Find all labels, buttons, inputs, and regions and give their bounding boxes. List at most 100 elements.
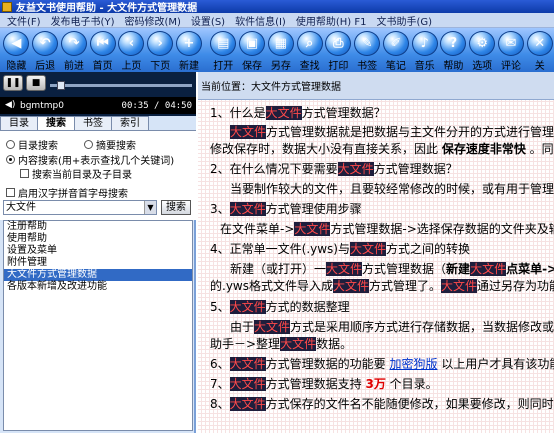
search-query: 大文件 [6,202,36,213]
tab-bookmarks[interactable]: 书签 [74,116,112,130]
menu-settings[interactable]: 设置(S) [186,13,230,28]
checkbox-current-directory[interactable]: 搜索当前目录及子目录 [20,166,132,181]
search-input[interactable]: 大文件 ▼ [3,200,157,215]
toolbar-label: 前进 [63,61,84,72]
radio-directory-label: 目录搜索 [18,141,58,152]
left-tabs: 目录 搜索 书签 索引 [0,116,196,130]
toolbar-label: 后退 [35,61,56,72]
save-icon: ▣ [239,31,266,56]
menu-password[interactable]: 密码修改(M) [119,13,185,28]
back-icon: ↶ [32,31,59,56]
result-item[interactable]: 设置及菜单 [4,245,192,257]
tab-index[interactable]: 索引 [111,116,149,130]
radio-icon [6,140,15,149]
toolbar-label: 下页 [150,61,171,72]
search-button[interactable]: 搜索 [161,200,191,215]
content-line: 7、大文件方式管理数据支持 3万 个目录。 [210,377,438,391]
content-line: 大文件方式管理数据就是把数据与主文件分开的方式进行管理，比如 [230,125,554,139]
toolbar-label: 另存 [270,61,291,72]
toolbar-label: 首页 [92,61,113,72]
radio-content-label: 内容搜索(用+表示查找几个关键词) [18,156,175,167]
result-item[interactable]: 各版本新增及改进功能 [4,281,192,293]
result-item[interactable]: 注册帮助 [4,221,192,233]
toolbar-button-4[interactable]: ‹ 上页 [117,28,146,72]
content-line: 修改保存时，数据大小没有直接关系，因此 保存速度非常快 。同时 [210,142,554,156]
close-icon: ✕ [526,31,553,56]
open-icon: ▤ [210,31,237,56]
new-icon: + [175,31,202,56]
menu-bar: 文件(F) 发布电子书(Y) 密码修改(M) 设置(S) 软件信息(I) 使用帮… [0,13,554,28]
content-line: 2、在什么情况下要需要大文件方式管理数据？ [210,162,458,176]
tab-search[interactable]: 搜索 [37,116,75,130]
toolbar-button-12[interactable]: ✎ 书签 [353,28,382,72]
toolbar-button-13[interactable]: ✐ 笔记 [382,28,411,72]
search-results: 注册帮助 使用帮助 设置及菜单 附件管理 大文件方式管理数据 各版本新增及改进功能 [3,220,193,431]
toolbar-button-3[interactable]: ⏮ 首页 [88,28,117,72]
toolbar-label: 打开 [213,61,234,72]
toolbar-button-16[interactable]: ⚙ 选项 [468,28,497,72]
toolbar-button-14[interactable]: ♪ 音乐 [410,28,439,72]
toolbar-label: 评论 [500,61,521,72]
menu-assistant[interactable]: 文书助手(G) [371,13,437,28]
track-time: 00:35 / 04:50 [121,100,192,111]
toolbar-label: 保存 [242,61,263,72]
toolbar-button-7[interactable]: ▤ 打开 [209,28,238,72]
result-item[interactable]: 大文件方式管理数据 [4,269,192,281]
toolbar-button-9[interactable]: ▦ 另存 [266,28,295,72]
checkbox-pinyin-label: 启用汉字拼音首字母搜索 [18,189,128,200]
toolbar-label: 新建 [178,61,199,72]
toolbar-button-17[interactable]: ✉ 评论 [497,28,526,72]
track-name: bgmtmp0 [20,100,64,111]
toolbar-button-6[interactable]: + 新建 [175,28,204,72]
radio-content-search[interactable]: 内容搜索(用+表示查找几个关键词) [6,152,174,167]
radio-directory-search[interactable]: 目录搜索 [6,137,58,152]
content-line: 新建（或打开）一大文件方式管理数据（新建大文件点菜单->文件 [230,262,554,276]
toolbar-button-2[interactable]: ↷ 前进 [60,28,89,72]
radio-summary-label: 摘要搜索 [96,141,136,152]
menu-software-info[interactable]: 软件信息(I) [230,13,291,28]
result-item[interactable]: 使用帮助 [4,233,192,245]
menu-help[interactable]: 使用帮助(H) F1 [291,13,372,28]
comment-icon: ✉ [497,31,524,56]
first-page-icon: ⏮ [89,31,116,56]
stop-button[interactable]: ■ [26,75,46,91]
checkbox-pinyin[interactable]: 启用汉字拼音首字母搜索 [6,185,128,200]
toolbar-label: 隐藏 [6,61,27,72]
dongle-version-link[interactable]: 加密狗版 [389,357,437,371]
content-line: 在文件菜单->大文件方式管理数据->选择保存数据的文件夹及输入文件 [220,222,554,236]
checkbox-current-label: 搜索当前目录及子目录 [32,170,132,181]
menu-file[interactable]: 文件(F) [2,13,46,28]
radio-summary-search[interactable]: 摘要搜索 [84,137,136,152]
left-panel: ❚❚ ■ bgmtmp0 00:35 / 04:50 ◀) 目录 搜索 书签 索… [0,72,196,433]
progress-track[interactable] [50,84,192,87]
toolbar-button-1[interactable]: ↶ 后退 [31,28,60,72]
result-item[interactable]: 附件管理 [4,257,192,269]
music-player: ❚❚ ■ bgmtmp0 00:35 / 04:50 ◀) [0,72,196,116]
options-icon: ⚙ [469,31,496,56]
hide-icon: ◀ [3,31,30,56]
menu-publish-ebook[interactable]: 发布电子书(Y) [46,13,120,28]
find-icon: ⌕ [296,31,323,56]
toolbar-label: 打印 [328,61,349,72]
progress-thumb[interactable] [56,81,65,90]
toolbar-button-15[interactable]: ? 帮助 [439,28,468,72]
toolbar-button-8[interactable]: ▣ 保存 [238,28,267,72]
bookmark-icon: ✎ [354,31,381,56]
location-value: 大文件方式管理数据 [251,82,341,93]
toolbar-button-10[interactable]: ⌕ 查找 [295,28,324,72]
pause-button[interactable]: ❚❚ [3,75,23,91]
pause-icon: ❚❚ [5,78,21,88]
content-line: 当要制作较大的文件，且要较经常修改的时候，或有用于管理经常 [230,182,554,196]
toolbar-button-18[interactable]: ✕ 关 [525,28,554,72]
content-line: 的.yws格式文件导入成大文件方式管理了。大文件通过另存为功能就可以 [210,279,554,293]
toolbar-button-11[interactable]: ⎙ 打印 [324,28,353,72]
tab-contents[interactable]: 目录 [0,116,38,130]
stop-icon: ■ [31,78,41,88]
chevron-down-icon[interactable]: ▼ [144,201,156,214]
toolbar-button-5[interactable]: › 下页 [146,28,175,72]
content-line: 1、什么是大文件方式管理数据？ [210,106,386,120]
content-line: 3、大文件方式管理使用步骤 [210,202,362,216]
app-icon [2,1,12,12]
speaker-icon: ◀) [5,100,16,110]
toolbar-button-0[interactable]: ◀ 隐藏 [2,28,31,72]
